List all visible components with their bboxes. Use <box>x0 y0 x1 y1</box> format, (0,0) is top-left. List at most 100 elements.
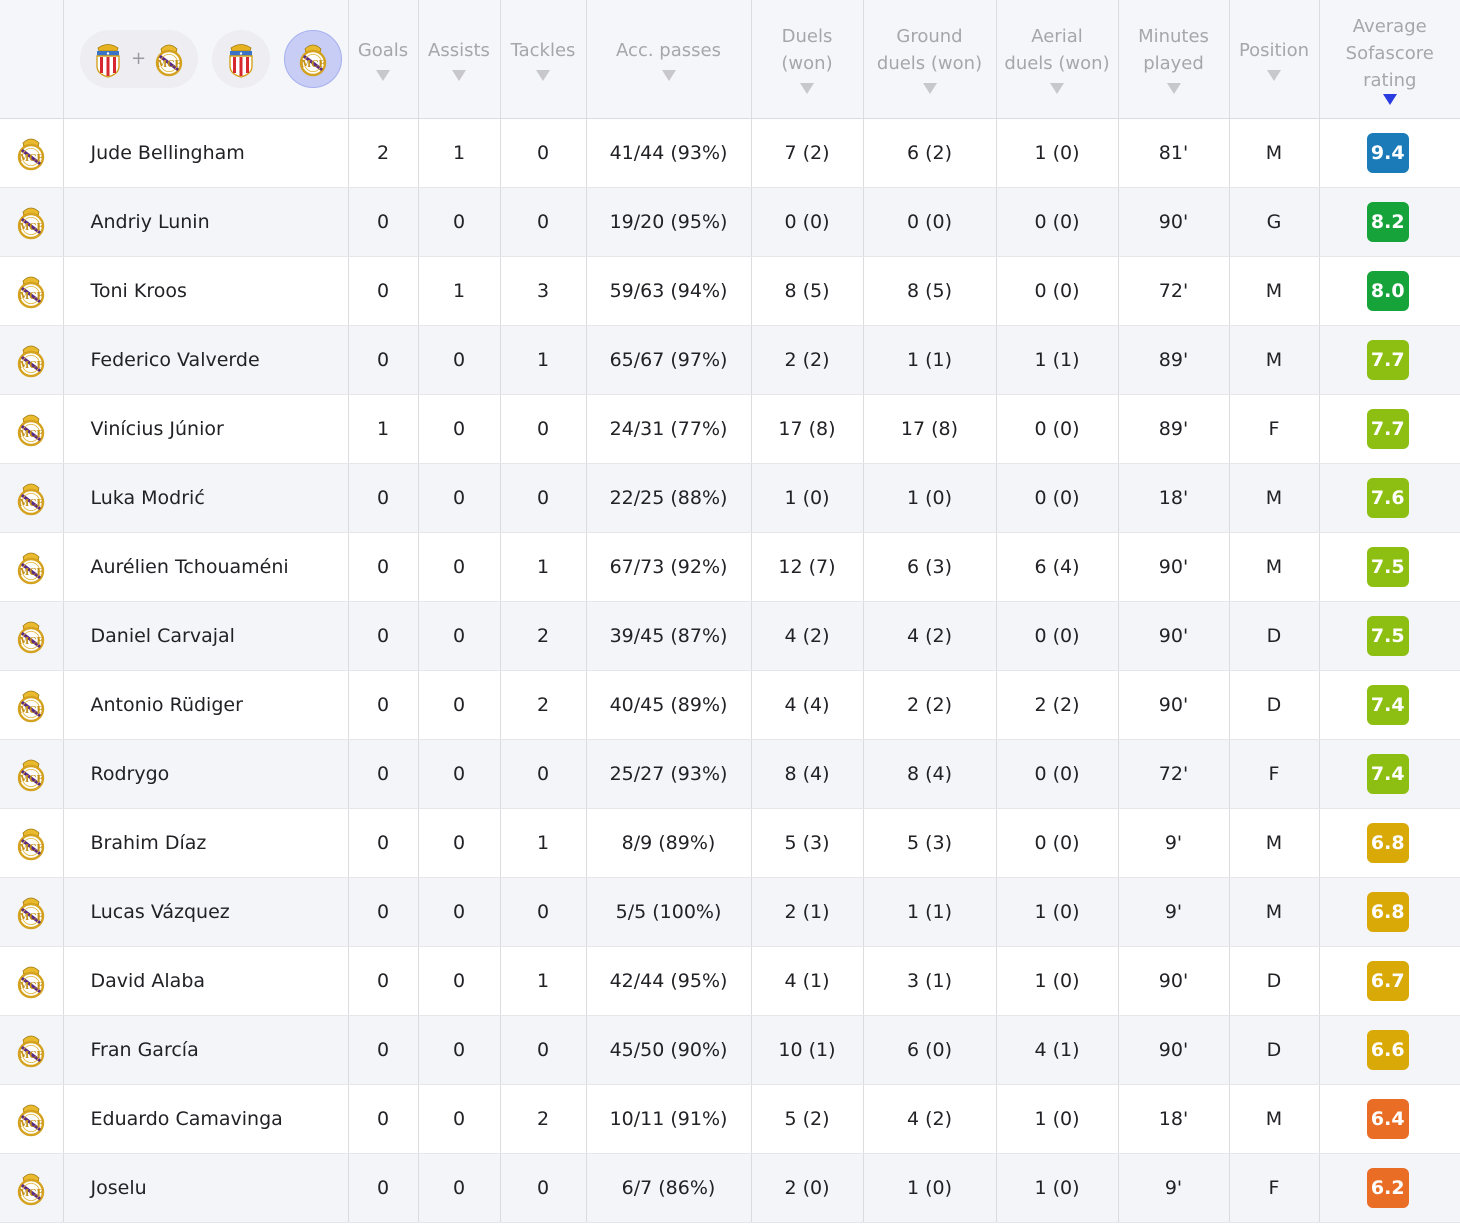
table-row[interactable]: MCF Daniel Carvajal 0 0 2 39/45 (87%) 4 (2) 4 (… <box>0 601 1460 671</box>
col-header-acc-passes[interactable]: Acc. passes <box>586 0 752 119</box>
filter-both-teams[interactable]: + MCF <box>79 29 198 88</box>
col-header-assists-label: Assists <box>428 39 490 61</box>
rating-badge: 7.4 <box>1366 684 1409 725</box>
table-row[interactable]: MCF Joselu 0 0 0 6/7 (86%) 2 (0) 1 (0) 1 (0) 9' F 6… <box>0 1153 1460 1223</box>
assists-cell: 0 <box>418 601 501 671</box>
acc-passes-cell: 5/5 (100%) <box>586 877 752 947</box>
table-row[interactable]: MCF Jude Bellingham 2 1 0 41/44 (93%) 7 (2) 6 (… <box>0 118 1460 188</box>
team-filter-cell: + MCF MCF <box>63 0 349 119</box>
col-header-rating[interactable]: Average Sofascore rating <box>1319 0 1460 119</box>
table-row[interactable]: MCF Eduardo Camavinga 0 0 2 10/11 (91%) 5 (2) 4… <box>0 1084 1460 1154</box>
position-cell: F <box>1229 1153 1320 1223</box>
minutes-cell: 9' <box>1118 1153 1230 1223</box>
col-header-tackles-label: Tackles <box>510 39 576 61</box>
col-header-position[interactable]: Position <box>1229 0 1320 119</box>
col-header-ground-line2: duels (won) <box>876 53 983 75</box>
goals-cell: 0 <box>348 463 419 533</box>
col-header-duels[interactable]: Duels (won) <box>751 0 864 119</box>
real-madrid-crest-icon: MCF <box>14 552 48 584</box>
player-name[interactable]: Rodrygo <box>63 739 349 809</box>
duels-cell: 1 (0) <box>751 463 864 533</box>
player-name[interactable]: David Alaba <box>63 946 349 1016</box>
aerial-duels-cell: 4 (1) <box>996 1015 1119 1085</box>
player-stats-table: + MCF MCF Goals Assists Tackles Acc. pas… <box>0 0 1460 1223</box>
svg-text:MCF: MCF <box>19 706 43 716</box>
table-row[interactable]: MCF David Alaba 0 0 1 42/44 (95%) 4 (1) 3 (1) 1 … <box>0 946 1460 1016</box>
tackles-cell: 2 <box>500 670 587 740</box>
player-name[interactable]: Antonio Rüdiger <box>63 670 349 740</box>
table-row[interactable]: MCF Luka Modrić 0 0 0 22/25 (88%) 1 (0) 1 (0) 0 … <box>0 463 1460 533</box>
tackles-cell: 2 <box>500 1084 587 1154</box>
player-name[interactable]: Andriy Lunin <box>63 187 349 257</box>
tackles-cell: 0 <box>500 877 587 947</box>
player-name[interactable]: Federico Valverde <box>63 325 349 395</box>
aerial-duels-cell: 1 (0) <box>996 1084 1119 1154</box>
player-name[interactable]: Daniel Carvajal <box>63 601 349 671</box>
ground-duels-cell: 4 (2) <box>863 1084 997 1154</box>
filter-almeria[interactable] <box>211 29 270 88</box>
svg-text:MCF: MCF <box>19 499 43 509</box>
table-row[interactable]: MCF Federico Valverde 0 0 1 65/67 (97%) 2 (2) 1… <box>0 325 1460 395</box>
real-madrid-crest-icon: MCF <box>14 276 48 308</box>
real-madrid-crest-icon: MCF <box>14 207 48 239</box>
table-row[interactable]: MCF Rodrygo 0 0 0 25/27 (93%) 8 (4) 8 (4) 0 (0) 7… <box>0 739 1460 809</box>
table-row[interactable]: MCF Lucas Vázquez 0 0 0 5/5 (100%) 2 (1) 1 (1) 1… <box>0 877 1460 947</box>
ground-duels-cell: 8 (5) <box>863 256 997 326</box>
ground-duels-cell: 1 (0) <box>863 463 997 533</box>
rating-badge: 8.2 <box>1366 201 1409 242</box>
aerial-duels-cell: 1 (1) <box>996 325 1119 395</box>
tackles-cell: 1 <box>500 325 587 395</box>
table-row[interactable]: MCF Brahim Díaz 0 0 1 8/9 (89%) 5 (3) 5 (3) 0 (0… <box>0 808 1460 878</box>
player-name[interactable]: Joselu <box>63 1153 349 1223</box>
real-madrid-crest-icon: MCF <box>14 690 48 722</box>
col-header-assists[interactable]: Assists <box>418 0 501 119</box>
sort-arrow-icon <box>536 69 550 81</box>
sort-arrow-icon <box>922 83 937 95</box>
player-name[interactable]: Brahim Díaz <box>63 808 349 878</box>
col-header-goals[interactable]: Goals <box>348 0 419 119</box>
team-crest-cell: MCF <box>0 1015 64 1085</box>
col-header-tackles[interactable]: Tackles <box>500 0 587 119</box>
acc-passes-cell: 39/45 (87%) <box>586 601 752 671</box>
player-name[interactable]: Luka Modrić <box>63 463 349 533</box>
aerial-duels-cell: 0 (0) <box>996 601 1119 671</box>
duels-cell: 2 (0) <box>751 1153 864 1223</box>
filter-real-madrid[interactable]: MCF <box>283 29 342 88</box>
player-name[interactable]: Lucas Vázquez <box>63 877 349 947</box>
player-name[interactable]: Fran García <box>63 1015 349 1085</box>
team-crest-cell: MCF <box>0 1084 64 1154</box>
table-row[interactable]: MCF Aurélien Tchouaméni 0 0 1 67/73 (92%) 12 (… <box>0 532 1460 602</box>
assists-cell: 1 <box>418 118 501 188</box>
assists-cell: 1 <box>418 256 501 326</box>
minutes-cell: 90' <box>1118 601 1230 671</box>
ground-duels-cell: 3 (1) <box>863 946 997 1016</box>
team-crest-cell: MCF <box>0 946 64 1016</box>
table-row[interactable]: MCF Fran García 0 0 0 45/50 (90%) 10 (1) 6 (0) 4… <box>0 1015 1460 1085</box>
rating-badge: 6.8 <box>1366 822 1409 863</box>
col-header-aerial-duels[interactable]: Aerial duels (won) <box>996 0 1119 119</box>
player-name[interactable]: Vinícius Júnior <box>63 394 349 464</box>
sort-arrow-icon <box>452 69 466 81</box>
table-row[interactable]: MCF Andriy Lunin 0 0 0 19/20 (95%) 0 (0) 0 (0) 0… <box>0 187 1460 257</box>
position-cell: D <box>1229 946 1320 1016</box>
player-name[interactable]: Eduardo Camavinga <box>63 1084 349 1154</box>
player-name[interactable]: Jude Bellingham <box>63 118 349 188</box>
col-header-minutes[interactable]: Minutes played <box>1118 0 1230 119</box>
duels-cell: 8 (5) <box>751 256 864 326</box>
rating-badge: 7.4 <box>1366 753 1409 794</box>
player-name[interactable]: Aurélien Tchouaméni <box>63 532 349 602</box>
rating-cell: 7.7 <box>1319 325 1460 395</box>
table-row[interactable]: MCF Toni Kroos 0 1 3 59/63 (94%) 8 (5) 8 (5) 0 (… <box>0 256 1460 326</box>
tackles-cell: 0 <box>500 463 587 533</box>
position-cell: F <box>1229 394 1320 464</box>
col-header-ground-duels[interactable]: Ground duels (won) <box>863 0 997 119</box>
position-cell: M <box>1229 118 1320 188</box>
tackles-cell: 0 <box>500 739 587 809</box>
assists-cell: 0 <box>418 187 501 257</box>
table-row[interactable]: MCF Vinícius Júnior 1 0 0 24/31 (77%) 17 (8) 17… <box>0 394 1460 464</box>
player-name[interactable]: Toni Kroos <box>63 256 349 326</box>
minutes-cell: 90' <box>1118 946 1230 1016</box>
minutes-cell: 18' <box>1118 463 1230 533</box>
table-row[interactable]: MCF Antonio Rüdiger 0 0 2 40/45 (89%) 4 (4) 2 (… <box>0 670 1460 740</box>
aerial-duels-cell: 0 (0) <box>996 256 1119 326</box>
